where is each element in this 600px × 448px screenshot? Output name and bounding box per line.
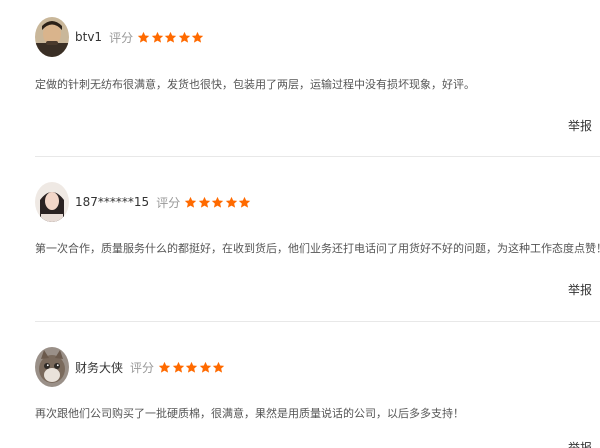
review-header: 财务大侠 评分 xyxy=(35,347,226,387)
rating-label: 评分 xyxy=(130,360,155,375)
report-link[interactable]: 举报 xyxy=(568,439,592,448)
star-icon xyxy=(158,361,171,373)
review-list: btv1 评分 定做的针刺无纺布很满意，发货也很快，包装用了两层，运输过程中没有… xyxy=(0,0,600,448)
rating-label: 评分 xyxy=(109,30,134,45)
star-icon xyxy=(212,361,225,373)
username: 财务大侠 xyxy=(75,360,124,375)
divider xyxy=(35,156,600,157)
avatar[interactable] xyxy=(35,347,69,387)
review-comment: 第一次合作，质量服务什么的都挺好，在收到货后，他们业务还打电话问了用货好不好的问… xyxy=(35,242,600,255)
star-icon xyxy=(137,31,150,43)
star-icon xyxy=(212,196,224,208)
review-header: 187******15 评分 xyxy=(35,182,252,222)
report-link[interactable]: 举报 xyxy=(568,117,592,134)
star-icon xyxy=(151,31,163,43)
rating-label: 评分 xyxy=(156,195,181,210)
report-link[interactable]: 举报 xyxy=(568,281,592,298)
star-icon xyxy=(185,361,198,373)
star-rating xyxy=(137,31,205,44)
divider xyxy=(35,321,600,322)
star-icon xyxy=(199,361,211,373)
username: btv1 xyxy=(75,30,103,44)
star-icon xyxy=(191,31,204,43)
avatar[interactable] xyxy=(35,17,69,57)
star-icon xyxy=(225,196,237,208)
star-icon xyxy=(185,196,197,208)
username: 187******15 xyxy=(75,195,150,209)
review-comment: 再次跟他们公司购买了一批硬质棉，很满意，果然是用质量说话的公司，以后多多支持！ xyxy=(35,407,464,420)
star-rating xyxy=(184,196,252,209)
review-comment: 定做的针刺无纺布很满意，发货也很快，包装用了两层，运输过程中没有损坏现象，好评。 xyxy=(35,78,475,91)
star-icon xyxy=(198,196,210,208)
star-icon xyxy=(164,31,177,43)
review-header: btv1 评分 xyxy=(35,17,205,57)
star-icon xyxy=(239,196,251,208)
star-icon xyxy=(178,31,190,43)
star-icon xyxy=(172,361,184,373)
avatar[interactable] xyxy=(35,182,69,222)
star-rating xyxy=(158,361,226,374)
